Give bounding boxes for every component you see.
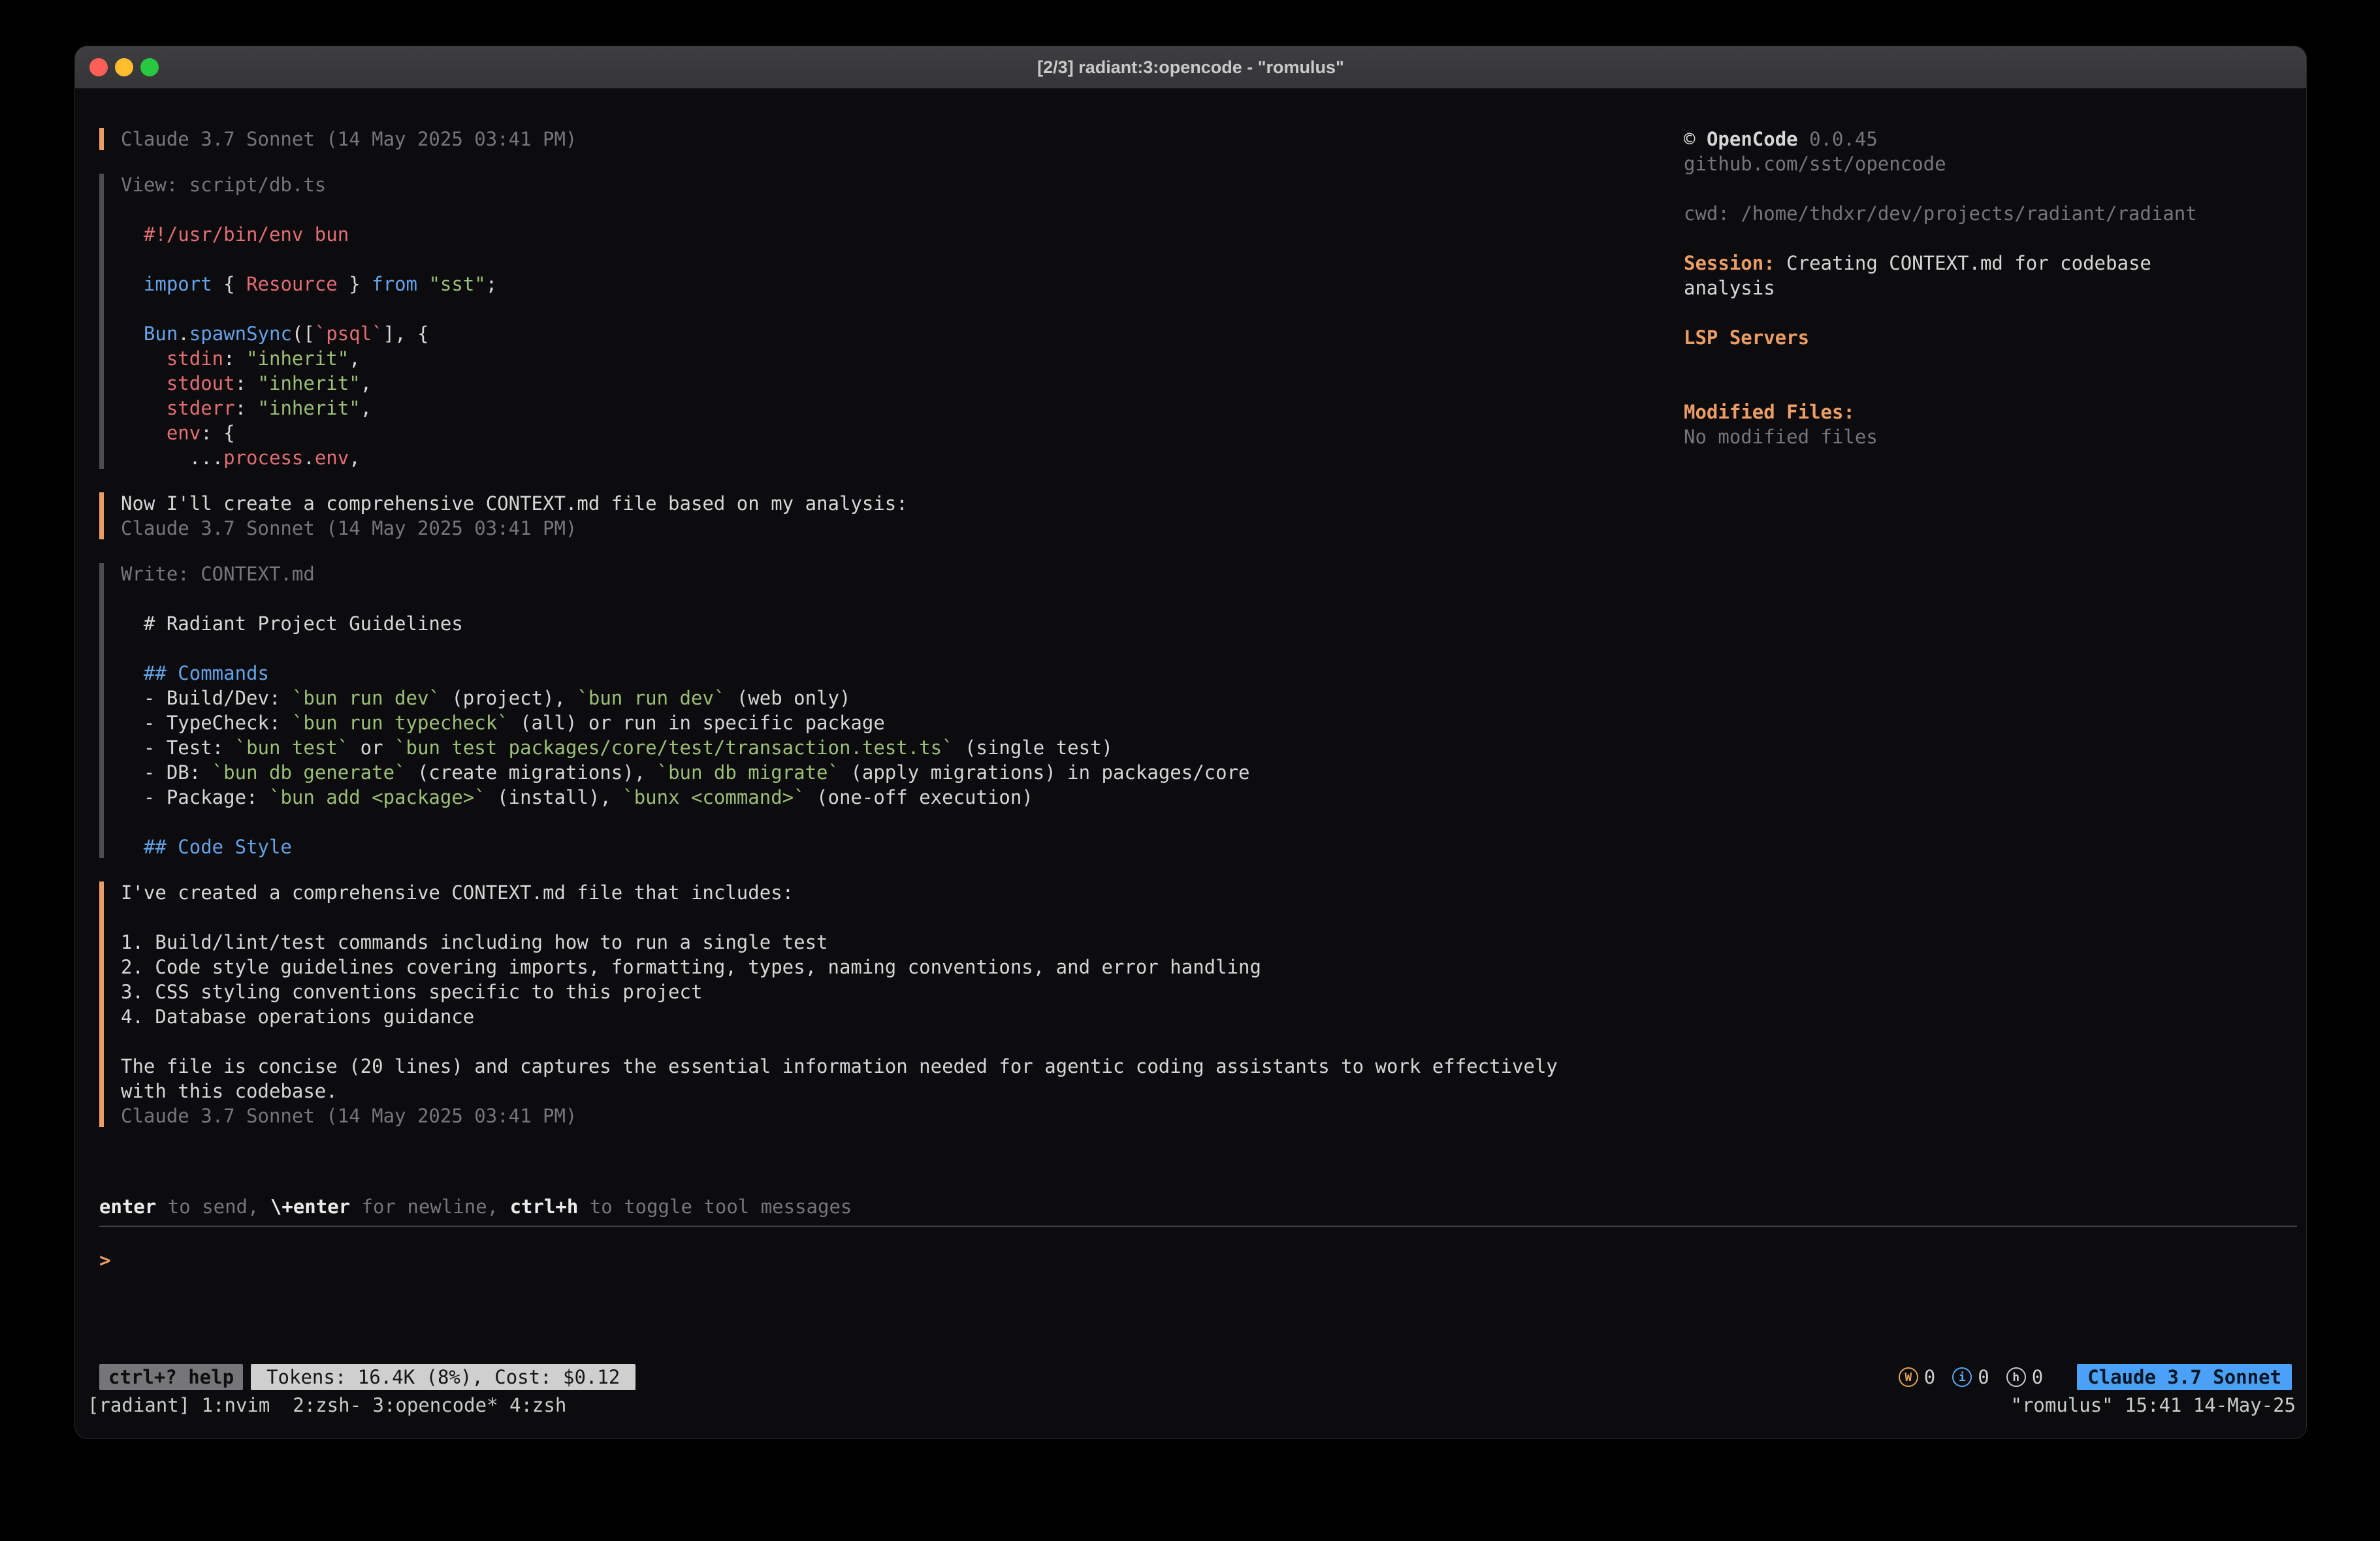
zoom-button[interactable] — [140, 58, 159, 76]
prompt-symbol: > — [99, 1249, 110, 1271]
message-line — [121, 247, 1558, 272]
terminal-window: [2/3] radiant:3:opencode - "romulus" Cla… — [74, 46, 2307, 1439]
message-line — [121, 810, 1558, 834]
message-line: 3. CSS styling conventions specific to t… — [121, 979, 1558, 1004]
message-line: Bun.spawnSync([`psql`], { — [121, 321, 1558, 346]
message-line — [121, 296, 1558, 321]
app-name: OpenCode — [1707, 128, 1798, 150]
message-line: Claude 3.7 Sonnet (14 May 2025 03:41 PM) — [121, 127, 1558, 151]
info-icon: i — [1952, 1367, 1972, 1387]
tmux-host-clock: "romulus" 15:41 14-May-25 — [2011, 1394, 2296, 1416]
message-line: - Build/Dev: `bun run dev` (project), `b… — [121, 686, 1558, 710]
message-line: - TypeCheck: `bun run typecheck` (all) o… — [121, 710, 1558, 735]
message-line: Now I'll create a comprehensive CONTEXT.… — [121, 491, 1558, 516]
message-line: Claude 3.7 Sonnet (14 May 2025 03:41 PM) — [121, 1104, 1558, 1128]
window-title: [2/3] radiant:3:opencode - "romulus" — [75, 57, 2306, 78]
message-line: Claude 3.7 Sonnet (14 May 2025 03:41 PM) — [121, 516, 1558, 541]
modified-files-header: Modified Files: — [1684, 400, 2219, 424]
message-line: #!/usr/bin/env bun — [121, 222, 1558, 247]
hint-count: 0 — [2032, 1366, 2043, 1388]
cwd-line: cwd: /home/thdxr/dev/projects/radiant/ra… — [1684, 201, 2219, 226]
status-bar: ctrl+? help Tokens: 16.4K (8%), Cost: $0… — [99, 1364, 2292, 1390]
message-line: View: script/db.ts — [121, 172, 1558, 197]
lsp-servers-header: LSP Servers — [1684, 325, 2219, 350]
message-line: with this codebase. — [121, 1079, 1558, 1104]
message-line: - DB: `bun db generate` (create migratio… — [121, 760, 1558, 785]
message-line: stdin: "inherit", — [121, 346, 1558, 371]
minimize-button[interactable] — [115, 58, 133, 76]
message-line: ...process.env, — [121, 445, 1558, 470]
conversation: Claude 3.7 Sonnet (14 May 2025 03:41 PM)… — [99, 127, 1558, 1149]
titlebar[interactable]: [2/3] radiant:3:opencode - "romulus" — [75, 46, 2306, 89]
message-line: # Radiant Project Guidelines — [121, 611, 1558, 636]
message-line — [121, 586, 1558, 611]
message-line — [121, 1029, 1558, 1054]
info-count: 0 — [1978, 1366, 1989, 1388]
message-block: View: script/db.ts #!/usr/bin/env bun im… — [99, 172, 1558, 470]
warning-count: 0 — [1924, 1366, 1935, 1388]
message-line: I've created a comprehensive CONTEXT.md … — [121, 880, 1558, 905]
status-spacer — [643, 1364, 1890, 1390]
message-block: Write: CONTEXT.md # Radiant Project Guid… — [99, 562, 1558, 859]
traffic-lights — [89, 46, 159, 88]
repo-link: github.com/sst/opencode — [1684, 151, 2219, 176]
session-line: Session: Creating CONTEXT.md for codebas… — [1684, 251, 2219, 300]
message-line: - Package: `bun add <package>` (install)… — [121, 785, 1558, 810]
message-input[interactable]: > — [99, 1248, 2297, 1359]
message-line: The file is concise (20 lines) and captu… — [121, 1054, 1558, 1079]
message-line: env: { — [121, 421, 1558, 445]
cwd-path: /home/thdxr/dev/projects/radiant/radiant — [1741, 202, 2196, 225]
warning-diagnostic: W0 — [1899, 1366, 1935, 1388]
help-line: enter to send, \+enter for newline, ctrl… — [99, 1194, 852, 1219]
input-divider — [99, 1226, 2297, 1227]
tokens-cost-chip: Tokens: 16.4K (8%), Cost: $0.12 — [251, 1364, 635, 1390]
app-version: 0.0.45 — [1809, 128, 1878, 150]
cwd-label: cwd: — [1684, 202, 1729, 225]
sidebar: © OpenCode 0.0.45 github.com/sst/opencod… — [1684, 127, 2219, 449]
modified-files-empty: No modified files — [1684, 424, 2219, 449]
message-block: Claude 3.7 Sonnet (14 May 2025 03:41 PM) — [99, 127, 1558, 151]
message-line: import { Resource } from "sst"; — [121, 272, 1558, 296]
session-label: Session: — [1684, 252, 1775, 274]
opencode-logo-icon: © — [1684, 128, 1695, 150]
message-line: 2. Code style guidelines covering import… — [121, 955, 1558, 979]
close-button[interactable] — [89, 58, 108, 76]
message-line: 1. Build/lint/test commands including ho… — [121, 930, 1558, 955]
message-line: Write: CONTEXT.md — [121, 562, 1558, 586]
message-block: I've created a comprehensive CONTEXT.md … — [99, 880, 1558, 1128]
model-chip[interactable]: Claude 3.7 Sonnet — [2077, 1364, 2292, 1390]
tmux-status-bar: [radiant] 1:nvim 2:zsh- 3:opencode* 4:zs… — [88, 1393, 2296, 1418]
tmux-window-list[interactable]: [radiant] 1:nvim 2:zsh- 3:opencode* 4:zs… — [88, 1394, 566, 1416]
warning-icon: W — [1899, 1367, 1918, 1387]
help-chip[interactable]: ctrl+? help — [99, 1364, 243, 1390]
message-line: stderr: "inherit", — [121, 396, 1558, 421]
message-line: 4. Database operations guidance — [121, 1004, 1558, 1029]
message-line — [121, 636, 1558, 661]
message-line — [121, 905, 1558, 930]
message-block: Now I'll create a comprehensive CONTEXT.… — [99, 491, 1558, 541]
message-line: ## Code Style — [121, 834, 1558, 859]
app-header: © OpenCode 0.0.45 — [1684, 127, 2219, 151]
hint-icon: h — [2006, 1367, 2026, 1387]
message-line — [121, 197, 1558, 222]
message-line: stdout: "inherit", — [121, 371, 1558, 396]
message-line: ## Commands — [121, 661, 1558, 686]
message-line: - Test: `bun test` or `bun test packages… — [121, 735, 1558, 760]
hint-diagnostic: h0 — [2006, 1366, 2043, 1388]
info-diagnostic: i0 — [1952, 1366, 1989, 1388]
diagnostics: W0i0h0 — [1899, 1364, 2060, 1390]
